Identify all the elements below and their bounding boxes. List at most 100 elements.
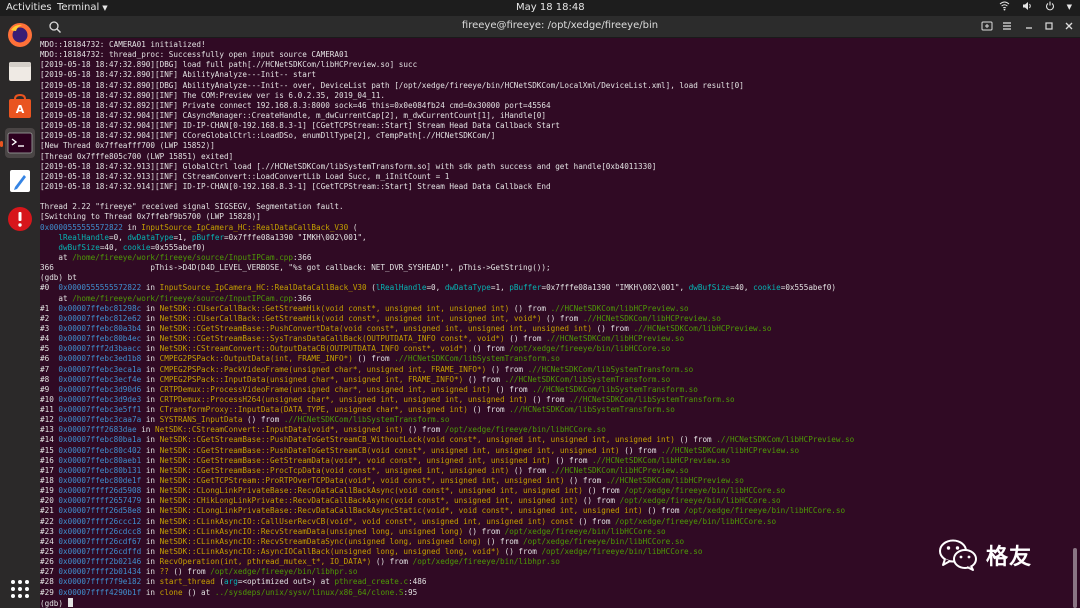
- terminal-text-segment: [2019-05-18 18:47:32.890][DBG] AbilityAn…: [40, 80, 744, 90]
- terminal-icon[interactable]: [5, 128, 35, 158]
- scrollbar[interactable]: [1072, 38, 1078, 608]
- app-menu[interactable]: Terminal ▼: [57, 2, 108, 13]
- terminal-text-segment: 0x00007ffff2657479: [58, 496, 142, 506]
- terminal-text-segment: 0x00007ffebc80ba1a: [58, 435, 142, 445]
- terminal-text-segment: 0x00007fff2683dae: [58, 425, 137, 435]
- terminal-line: #9 0x00007ffebc3d90d6 in CRTPDemux::Proc…: [40, 385, 1080, 395]
- terminal-text-segment: in: [141, 536, 160, 546]
- terminal-text-segment: () from: [619, 445, 662, 455]
- help-icon[interactable]: [5, 204, 35, 234]
- terminal-text-segment: .//HCNetSDKCom/libSystemTransform.so: [569, 394, 735, 404]
- terminal-text-segment: #23: [40, 526, 59, 536]
- firefox-icon[interactable]: [5, 20, 35, 50]
- terminal-text-segment: in: [141, 486, 160, 496]
- terminal-text-segment: (gdb) bt: [40, 273, 77, 283]
- watermark-text: 格友: [986, 545, 1033, 570]
- terminal-line: (gdb) bt: [40, 273, 1080, 283]
- system-status[interactable]: ▼: [999, 1, 1072, 14]
- terminal-text-segment: in: [136, 425, 156, 435]
- terminal-line: #28 0x00007ffff7f9e182 in start_thread (…: [40, 577, 1080, 587]
- terminal-text-segment: .//HCNetSDKCom/libSystemTransform.so: [509, 405, 675, 415]
- terminal-text-segment: #18: [40, 476, 59, 486]
- terminal-line: MDO::18184732: thread_proc: Successfully…: [40, 50, 1080, 60]
- terminal-line: lRealHandle=0, dwDataType=1, pBuffer=0x7…: [40, 233, 1080, 243]
- terminal-line: #22 0x00007ffff26ccc12 in NetSDK::CLinkA…: [40, 517, 1080, 527]
- menu-icon[interactable]: [1000, 20, 1014, 34]
- terminal-text-segment: NetSDK::CUserCallBack::GetStreamHik(void…: [159, 313, 542, 323]
- terminal-text-segment: [2019-05-18 18:47:32.890][INF] AbilityAn…: [40, 70, 317, 80]
- dropdown-icon[interactable]: ▼: [1067, 1, 1072, 14]
- terminal-text-segment: .//HCNetSDKCom/libSystemTransform.so: [283, 415, 450, 425]
- network-icon[interactable]: [999, 1, 1010, 14]
- terminal-line: #1 0x00007ffebc81298c in NetSDK::CUserCa…: [40, 304, 1080, 314]
- terminal-text-segment: NetSDK::CLongLinkPrivateBase::RecvDataCa…: [159, 506, 643, 516]
- text-editor-icon[interactable]: [5, 166, 35, 196]
- terminal-text-segment: .//HCNetSDKCom/libHCPreview.so: [605, 476, 744, 486]
- terminal-text-segment: #26: [40, 557, 59, 567]
- terminal-output[interactable]: MDO::18184732: CAMERA01 initialized! MDO:…: [40, 38, 1080, 608]
- terminal-text-segment: in: [141, 394, 160, 404]
- terminal-text-segment: in: [141, 323, 160, 333]
- terminal-text-segment: () from: [582, 486, 625, 496]
- terminal-text-segment: [2019-05-18 18:47:32.913][INF] CStreamCo…: [40, 171, 450, 181]
- terminal-text-segment: /opt/xedge/fireeye/bin/libHCCore.so: [684, 506, 846, 516]
- minimize-icon[interactable]: [1022, 20, 1036, 34]
- terminal-line: [Thread 0x7fffe805c700 (LWP 15851) exite…: [40, 152, 1080, 162]
- software-icon[interactable]: A: [5, 92, 35, 122]
- window-title: fireeye@fireeye: /opt/xedge/fireeye/bin: [461, 20, 659, 31]
- terminal-text-segment: 0x00007ffebc3e5ff1: [58, 405, 142, 415]
- terminal-text-segment: 0x00007ffff26d58e8: [58, 506, 142, 516]
- activities-button[interactable]: Activities: [6, 2, 52, 13]
- terminal-line: #13 0x00007fff2683dae in NetSDK::CStream…: [40, 425, 1080, 435]
- terminal-text-segment: 0x00007ffff2b01434: [58, 567, 142, 577]
- terminal-text-segment: #12: [40, 415, 59, 425]
- terminal-text-segment: 0x00007ffff26ccc12: [58, 516, 142, 526]
- terminal-text-segment: =40,: [730, 283, 754, 293]
- terminal-text-segment: 0x00007ffebc81298c: [58, 303, 142, 313]
- terminal-text-segment: in: [141, 547, 160, 557]
- clock[interactable]: May 18 18:48: [516, 2, 585, 13]
- terminal-text-segment: :486: [408, 577, 427, 587]
- maximize-icon[interactable]: [1042, 20, 1056, 34]
- terminal-text-segment: =0x7fffe08a1390 "IMKH\002\001",: [541, 283, 689, 293]
- terminal-text-segment: :366: [293, 293, 312, 303]
- terminal-text-segment: /opt/xedge/fireeye/bin/libHCCore.so: [509, 344, 671, 354]
- terminal-text-segment: 0x00007ffff26cdcc8: [58, 526, 142, 536]
- terminal-text-segment: MDO::18184732: thread_proc: Successfully…: [40, 50, 349, 60]
- new-tab-icon[interactable]: [980, 20, 994, 34]
- terminal-line: #18 0x00007ffebc80de1f in NetSDK::CGetTC…: [40, 476, 1080, 486]
- terminal-text-segment: [2019-05-18 18:47:32.904][INF] CCoreGlob…: [40, 131, 496, 141]
- terminal-text-segment: cookie: [122, 242, 151, 252]
- terminal-text-segment: #20: [40, 496, 59, 506]
- app-grid-icon[interactable]: [5, 574, 35, 604]
- terminal-text-segment: /opt/xedge/fireeye/bin/libhpr.so: [412, 557, 560, 567]
- terminal-line: #24 0x00007ffff26cdf67 in NetSDK::CLinkA…: [40, 537, 1080, 547]
- terminal-text-segment: CMPEG2PSPack::OutputData(int, FRAME_INFO…: [159, 354, 353, 364]
- terminal-text-segment: #15: [40, 445, 59, 455]
- terminal-line: #25 0x00007ffff26cdffd in NetSDK::CLinkA…: [40, 547, 1080, 557]
- scrollbar-thumb[interactable]: [1073, 548, 1077, 608]
- terminal-text-segment: (: [348, 222, 358, 232]
- terminal-line: #14 0x00007ffebc80ba1a in NetSDK::CGetSt…: [40, 435, 1080, 445]
- terminal-text-segment: #22: [40, 516, 59, 526]
- terminal-line: at /home/fireeye/work/fireeye/source/Inp…: [40, 253, 1080, 263]
- terminal-line: [2019-05-18 18:47:32.913][INF] CStreamCo…: [40, 172, 1080, 182]
- terminal-text-segment: () from: [168, 567, 211, 577]
- terminal-line: #12 0x00007ffebc3caa7a in SYSTRANS_Input…: [40, 415, 1080, 425]
- terminal-text-segment: in: [141, 455, 160, 465]
- terminal-line: [2019-05-18 18:47:32.914][INF] ID-IP-CHA…: [40, 182, 1080, 192]
- terminal-text-segment: [2019-05-18 18:47:32.890][DBG] load full…: [40, 60, 418, 70]
- terminal-text-segment: NetSDK::CStreamConvert::OutputDataCB(OUT…: [159, 344, 468, 354]
- power-icon[interactable]: [1045, 1, 1055, 14]
- terminal-line: [2019-05-18 18:47:32.890][DBG] AbilityAn…: [40, 81, 1080, 91]
- terminal-text-segment: #3: [40, 323, 59, 333]
- terminal-text-segment: in: [141, 435, 160, 445]
- terminal-text-segment: () from: [564, 476, 606, 486]
- terminal-text-segment: 0x00007ffebc80a3b4: [58, 323, 142, 333]
- volume-icon[interactable]: [1022, 1, 1033, 14]
- close-icon[interactable]: [1062, 20, 1076, 34]
- terminal-text-segment: dwBufSize: [688, 283, 731, 293]
- terminal-line: at /home/fireeye/work/fireeye/source/Inp…: [40, 294, 1080, 304]
- terminal-text-segment: #7: [40, 364, 59, 374]
- files-icon[interactable]: [5, 56, 35, 86]
